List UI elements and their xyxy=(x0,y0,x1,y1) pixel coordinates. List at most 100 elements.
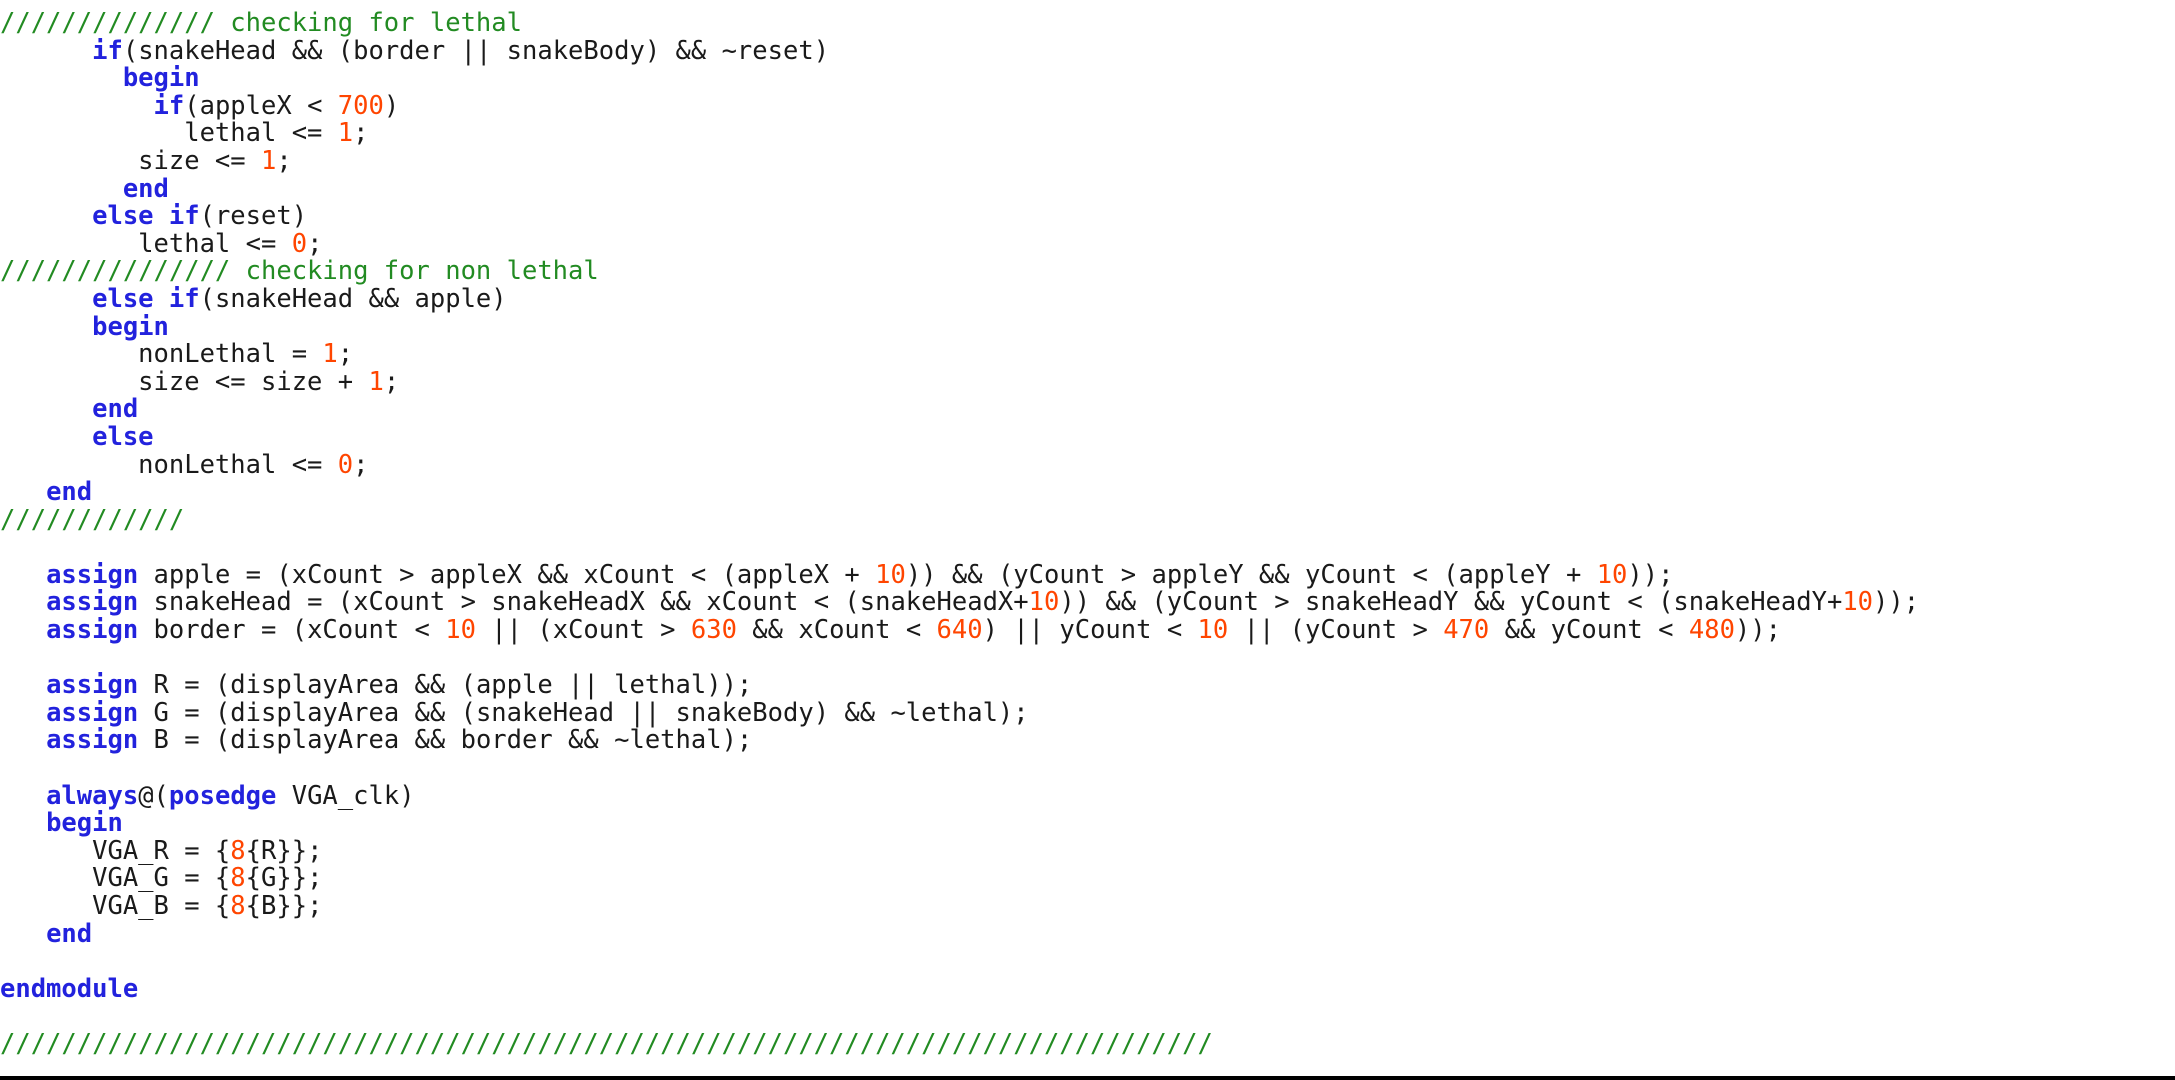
code-token-keyword: assign xyxy=(46,670,139,701)
code-token-plain: )); xyxy=(1627,559,1674,590)
code-line: assign G = (displayArea && (snakeHead ||… xyxy=(0,697,2175,728)
code-token-keyword: begin xyxy=(92,311,169,342)
code-token-number: 10 xyxy=(875,559,906,590)
code-token-number: 1 xyxy=(261,145,277,176)
code-token-plain: ; xyxy=(276,145,292,176)
code-token-plain: @( xyxy=(138,780,169,811)
code-token-comment: /////////////// checking for non lethal xyxy=(0,256,599,287)
code-line: nonLethal = 1; xyxy=(0,339,2175,370)
code-token-keyword: always xyxy=(46,780,139,811)
code-token-plain: VGA_clk) xyxy=(276,780,415,811)
code-token-plain: ; xyxy=(307,228,323,259)
code-token-keyword: end xyxy=(46,477,93,508)
code-token-keyword: if xyxy=(92,35,123,66)
code-token-plain: || (xCount > xyxy=(475,615,691,646)
code-token-keyword: begin xyxy=(46,808,123,839)
code-token-plain: {G}}; xyxy=(245,863,323,894)
code-line: else if(snakeHead && apple) xyxy=(0,283,2175,314)
code-token-keyword: assign xyxy=(46,697,139,728)
code-line: else if(reset) xyxy=(0,201,2175,232)
code-token-number: 1 xyxy=(368,366,384,397)
code-token-keyword: assign xyxy=(46,615,139,646)
code-token-keyword: assign xyxy=(46,725,139,756)
code-viewer[interactable]: ////////////// checking for lethal if(sn… xyxy=(0,0,2175,1080)
code-token-number: 8 xyxy=(230,891,246,921)
code-token-plain: )) && (yCount > snakeHeadY && yCount < (… xyxy=(1059,587,1843,618)
code-line: always@(posedge VGA_clk) xyxy=(0,780,2175,811)
code-line: begin xyxy=(0,808,2175,839)
code-token-plain: snakeHead = (xCount > snakeHeadX && xCou… xyxy=(138,587,1029,618)
code-line: lethal <= 1; xyxy=(0,120,2175,148)
code-token-plain: lethal <= xyxy=(0,228,292,259)
code-token-number: 10 xyxy=(1028,587,1060,618)
code-token-keyword: if xyxy=(153,90,185,121)
code-token-keyword: else if xyxy=(92,283,200,314)
code-token-plain: VGA_R = { xyxy=(0,835,231,866)
code-line: /////////////// checking for non lethal xyxy=(0,258,2175,286)
code-token-number: 8 xyxy=(230,835,246,866)
code-token-plain: nonLethal <= xyxy=(0,449,338,480)
code-token-plain: )); xyxy=(1873,587,1920,618)
code-token-number: 10 xyxy=(445,615,476,646)
code-line: size <= 1; xyxy=(0,145,2175,176)
code-token-keyword: end xyxy=(122,173,169,204)
code-line: end xyxy=(0,396,2175,424)
code-line: assign apple = (xCount > appleX && xCoun… xyxy=(0,559,2175,590)
code-token-comment: //////////// xyxy=(0,504,185,535)
code-line: assign R = (displayArea && (apple || let… xyxy=(0,670,2175,701)
code-token-plain: ; xyxy=(353,449,369,480)
code-line: end xyxy=(0,918,2175,949)
code-token-number: 640 xyxy=(936,615,983,646)
code-line: if(snakeHead && (border || snakeBody) &&… xyxy=(0,35,2175,66)
code-token-plain: )) && (yCount > appleY && yCount < (appl… xyxy=(905,559,1597,590)
code-line: assign snakeHead = (xCount > snakeHeadX … xyxy=(0,589,2175,617)
code-line: size <= size + 1; xyxy=(0,366,2175,397)
code-token-plain: && yCount < xyxy=(1489,615,1689,646)
code-line: begin xyxy=(0,63,2175,94)
code-token-number: 700 xyxy=(337,90,384,121)
code-token-number: 8 xyxy=(230,863,246,894)
code-token-number: 480 xyxy=(1688,615,1735,646)
code-token-plain: ) xyxy=(383,90,400,121)
code-token-number: 470 xyxy=(1443,615,1490,646)
code-token-number: 0 xyxy=(337,449,354,480)
code-line: VGA_B = {8{B}}; xyxy=(0,891,2175,921)
code-line: begin xyxy=(0,311,2175,342)
code-line: lethal <= 0; xyxy=(0,228,2175,259)
code-token-number: 1 xyxy=(322,339,338,370)
code-token-plain: size <= xyxy=(0,145,261,176)
code-line: end xyxy=(0,173,2175,204)
code-token-comment: ////////////////////////////////////////… xyxy=(0,1028,1213,1059)
code-token-plain: B = (displayArea && border && ~lethal); xyxy=(138,725,753,756)
code-line: ////////////// checking for lethal xyxy=(0,9,2175,38)
code-token-plain: || (yCount > xyxy=(1228,615,1444,646)
code-token-plain: apple = (xCount > appleX && xCount < (ap… xyxy=(138,559,876,590)
code-token-plain: (reset) xyxy=(199,201,308,232)
code-token-keyword: end xyxy=(46,918,93,949)
code-line: VGA_G = {8{G}}; xyxy=(0,865,2175,893)
code-token-keyword: begin xyxy=(122,63,200,94)
code-token-plain: (snakeHead && apple) xyxy=(199,283,507,314)
code-token-plain: R = (displayArea && (apple || lethal)); xyxy=(138,670,753,701)
code-token-keyword: else if xyxy=(92,201,200,232)
code-token-keyword: posedge xyxy=(168,780,277,811)
code-token-number: 630 xyxy=(690,615,737,646)
code-token-plain: size <= size + xyxy=(0,366,369,397)
code-line: else xyxy=(0,421,2175,452)
code-token-plain: && xCount < xyxy=(736,615,937,646)
code-line: //////////// xyxy=(0,504,2175,535)
code-token-keyword: else xyxy=(92,421,154,452)
